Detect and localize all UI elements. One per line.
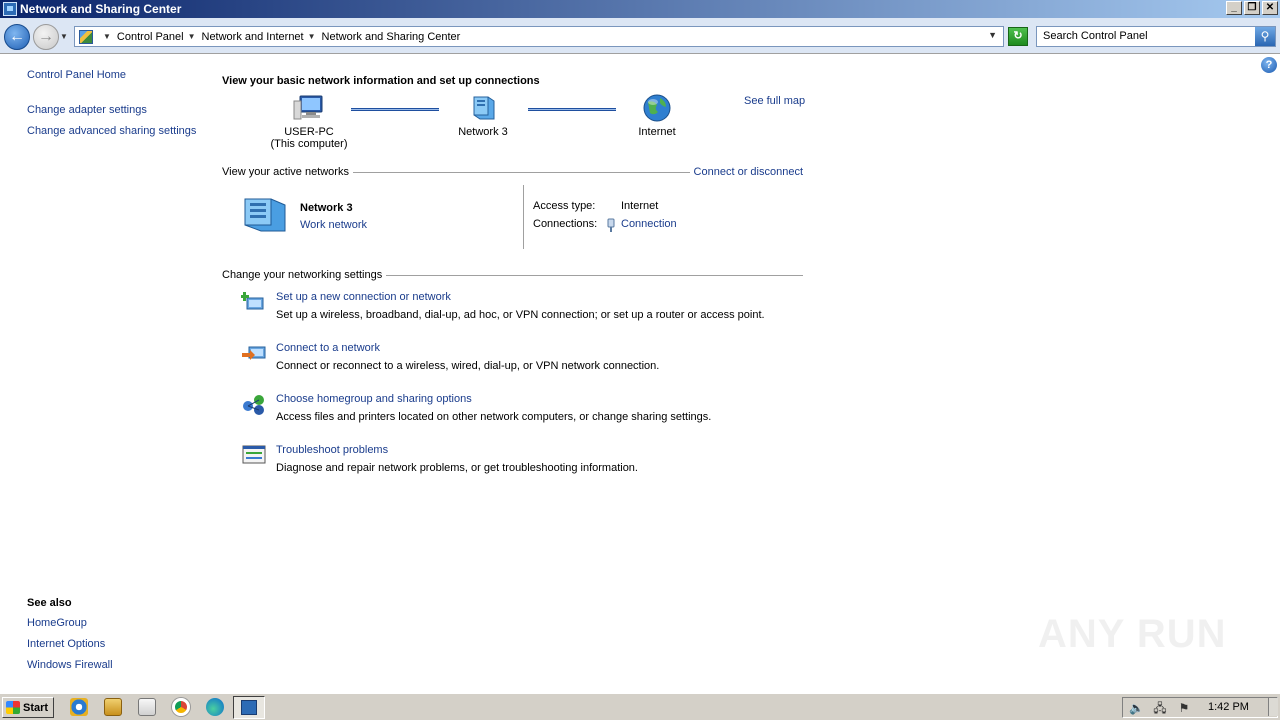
vertical-divider xyxy=(523,185,524,249)
map-link-line xyxy=(351,108,439,111)
connect-to-network-link[interactable]: Connect to a network xyxy=(276,342,380,354)
see-also-homegroup[interactable]: HomeGroup xyxy=(27,617,87,629)
back-button[interactable]: ← xyxy=(4,24,30,50)
ethernet-plug-icon xyxy=(607,218,615,232)
networking-settings-heading: Change your networking settings xyxy=(222,269,383,281)
connect-network-icon xyxy=(242,346,266,360)
breadcrumb-chevron-icon[interactable]: ▼ xyxy=(103,32,111,41)
homegroup-icon xyxy=(243,395,264,415)
computer-name: USER-PC xyxy=(284,126,334,138)
search-input[interactable]: Search Control Panel ⚲ xyxy=(1036,26,1276,47)
watermark-logo: ANY RUN xyxy=(1038,612,1227,656)
page-title: View your basic network information and … xyxy=(222,75,540,87)
active-networks-heading: View your active networks xyxy=(222,166,349,178)
sidebar-item-control-panel-home[interactable]: Control Panel Home xyxy=(27,69,126,81)
network-center-icon xyxy=(241,700,257,715)
show-desktop-button[interactable] xyxy=(1268,698,1278,716)
connection-link[interactable]: Connection xyxy=(621,218,677,230)
breadcrumb-network-and-sharing-center[interactable]: Network and Sharing Center xyxy=(322,31,461,43)
map-computer[interactable]: USER-PC (This computer) xyxy=(262,93,356,150)
active-network-name: Network 3 xyxy=(300,202,353,214)
work-network-icon[interactable] xyxy=(241,193,291,233)
map-network[interactable]: Network 3 xyxy=(443,93,523,138)
sidebar-item-change-adapter-settings[interactable]: Change adapter settings xyxy=(27,104,147,116)
maximize-button[interactable]: ❐ xyxy=(1244,1,1260,15)
sidebar-item-change-advanced-sharing[interactable]: Change advanced sharing settings xyxy=(27,125,196,137)
internet-explorer-icon[interactable] xyxy=(70,698,88,716)
file-explorer-icon[interactable] xyxy=(104,698,122,716)
action-center-flag-icon[interactable]: ⚑ xyxy=(1177,701,1191,715)
connection-link-label[interactable]: Connection xyxy=(621,218,677,230)
section-divider xyxy=(386,275,803,276)
address-toolbar: ← → ▼ ▼ Control Panel ▼ Network and Inte… xyxy=(0,18,1280,54)
recent-pages-dropdown[interactable]: ▼ xyxy=(60,32,68,41)
taskbar-item-network-sharing-center[interactable] xyxy=(233,696,265,719)
control-panel-icon xyxy=(79,29,93,44)
network-icon xyxy=(473,96,495,120)
edge-icon[interactable] xyxy=(206,698,224,716)
volume-icon[interactable]: 🔈 xyxy=(1129,701,1144,715)
breadcrumb-chevron-icon[interactable]: ▼ xyxy=(308,32,316,41)
title-bar: Network and Sharing Center _ ❐ ✕ xyxy=(0,0,1280,18)
section-divider xyxy=(352,172,690,173)
system-tray: 🔈 🖧 ⚑ xyxy=(1122,697,1278,718)
clock[interactable]: 1:42 PM xyxy=(1208,701,1249,713)
start-button[interactable]: Start xyxy=(2,697,54,718)
internet-label: Internet xyxy=(638,126,676,138)
search-placeholder: Search Control Panel xyxy=(1043,30,1148,42)
connections-label: Connections: xyxy=(533,218,598,230)
window-title: Network and Sharing Center xyxy=(20,2,182,16)
help-icon[interactable]: ? xyxy=(1261,57,1277,73)
connect-to-network-desc: Connect or reconnect to a wireless, wire… xyxy=(276,360,660,372)
computer-icon xyxy=(293,95,323,120)
see-full-map-link[interactable]: See full map xyxy=(744,95,805,107)
network-tray-icon[interactable]: 🖧 xyxy=(1153,701,1167,715)
map-link-line xyxy=(528,108,616,111)
setup-new-connection-desc: Set up a wireless, broadband, dial-up, a… xyxy=(276,309,765,321)
media-player-icon[interactable] xyxy=(138,698,156,716)
breadcrumb-chevron-icon[interactable]: ▼ xyxy=(188,32,196,41)
close-button[interactable]: ✕ xyxy=(1262,1,1278,15)
computer-subtitle: (This computer) xyxy=(270,138,348,150)
globe-icon xyxy=(643,94,671,122)
setup-new-connection-link[interactable]: Set up a new connection or network xyxy=(276,291,451,303)
troubleshoot-desc: Diagnose and repair network problems, or… xyxy=(276,462,638,474)
homegroup-sharing-desc: Access files and printers located on oth… xyxy=(276,411,712,423)
network-location-link[interactable]: Work network xyxy=(300,219,367,231)
minimize-button[interactable]: _ xyxy=(1226,1,1242,15)
search-icon[interactable]: ⚲ xyxy=(1255,27,1275,46)
network-center-icon xyxy=(3,2,17,16)
breadcrumb-network-and-internet[interactable]: Network and Internet xyxy=(202,31,304,43)
see-also-windows-firewall[interactable]: Windows Firewall xyxy=(27,659,113,671)
network-label: Network 3 xyxy=(458,126,508,138)
see-also-internet-options[interactable]: Internet Options xyxy=(27,638,105,650)
address-bar[interactable]: ▼ Control Panel ▼ Network and Internet ▼… xyxy=(74,26,1004,47)
chrome-icon[interactable] xyxy=(172,698,190,716)
connect-or-disconnect-link[interactable]: Connect or disconnect xyxy=(690,166,803,178)
access-type-label: Access type: xyxy=(533,200,596,212)
map-internet[interactable]: Internet xyxy=(620,93,694,138)
breadcrumb-control-panel[interactable]: Control Panel xyxy=(117,31,184,43)
window-controls: _ ❐ ✕ xyxy=(1226,1,1278,15)
taskbar: Start 🔈 🖧 ⚑ 1:42 PM xyxy=(0,693,1280,720)
troubleshoot-icon xyxy=(242,445,266,464)
active-networks-header: View your active networks Connect or dis… xyxy=(222,165,803,179)
see-also-heading: See also xyxy=(27,597,72,609)
access-type-value: Internet xyxy=(621,200,659,212)
new-connection-icon xyxy=(241,292,264,310)
refresh-button[interactable]: ↻ xyxy=(1008,27,1028,46)
troubleshoot-link[interactable]: Troubleshoot problems xyxy=(276,444,388,456)
forward-button[interactable]: → xyxy=(33,24,59,50)
windows-logo-icon xyxy=(6,701,20,714)
homegroup-sharing-link[interactable]: Choose homegroup and sharing options xyxy=(276,393,472,405)
networking-settings-header: Change your networking settings xyxy=(222,268,803,282)
start-label: Start xyxy=(23,701,49,714)
address-dropdown-icon[interactable]: ▼ xyxy=(988,30,997,40)
